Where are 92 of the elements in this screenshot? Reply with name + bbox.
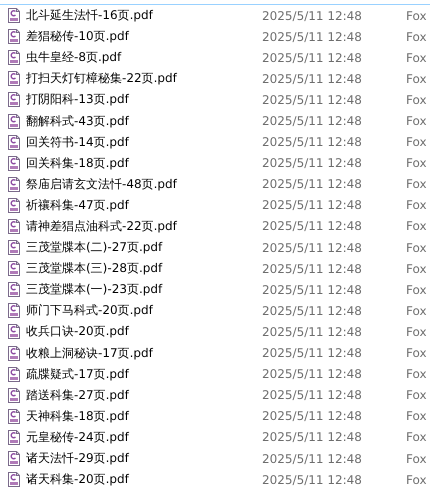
file-name[interactable]: 请神差猖点油科式-22页.pdf	[26, 218, 262, 235]
pdf-file-icon	[8, 50, 20, 66]
file-type: Fox	[406, 367, 427, 382]
pdf-file-icon	[8, 29, 20, 44]
pdf-file-icon	[8, 156, 20, 171]
file-name[interactable]: 北斗延生法忏-16页.pdf	[26, 7, 262, 24]
modified-date: 2025/5/11 12:48	[262, 262, 363, 276]
pdf-file-icon	[8, 8, 20, 24]
modified-date: 2025/5/11 12:48	[262, 50, 363, 65]
modified-date: 2025/5/11 12:48	[262, 240, 363, 255]
pdf-file-icon	[8, 282, 20, 298]
file-type: Fox	[406, 472, 427, 487]
file-name[interactable]: 疏牒疑式-17页.pdf	[26, 366, 262, 383]
file-type: Fox	[406, 240, 427, 255]
pdf-file-icon	[8, 472, 20, 488]
file-name[interactable]: 诸天科集-20页.pdf	[26, 471, 262, 488]
file-name[interactable]: 差猖秘传-10页.pdf	[26, 28, 262, 46]
modified-date: 2025/5/11 12:48	[262, 367, 363, 382]
pdf-file-icon	[8, 366, 20, 382]
file-name[interactable]: 打扫天灯钉樟秘集-22页.pdf	[26, 70, 262, 88]
file-type: Fox	[406, 72, 427, 86]
file-type: Fox	[406, 50, 427, 65]
pdf-file-icon	[8, 324, 20, 340]
file-type: Fox	[406, 430, 427, 444]
pdf-file-icon	[8, 218, 20, 234]
modified-date: 2025/5/11 12:48	[262, 346, 363, 360]
modified-date: 2025/5/11 12:48	[262, 430, 363, 444]
file-name[interactable]: 祈禳科集-47页.pdf	[26, 196, 262, 214]
file-name[interactable]: 收粮上洞秘诀-17页.pdf	[26, 344, 262, 362]
pdf-file-icon	[8, 240, 20, 256]
file-name[interactable]: 打阴阳科-13页.pdf	[26, 91, 262, 108]
file-type: Fox	[406, 388, 427, 402]
file-type: Fox	[406, 304, 427, 318]
pdf-file-icon	[8, 134, 20, 150]
file-name[interactable]: 回关符书-14页.pdf	[26, 134, 262, 151]
modified-date: 2025/5/11 12:48	[262, 30, 363, 44]
file-type: Fox	[406, 135, 427, 150]
pdf-file-icon	[8, 388, 20, 403]
modified-date: 2025/5/11 12:48	[262, 177, 363, 192]
modified-date: 2025/5/11 12:48	[262, 92, 363, 107]
modified-date: 2025/5/11 12:48	[262, 282, 363, 297]
file-name[interactable]: 诸天法忏-29页.pdf	[26, 450, 262, 468]
file-name[interactable]: 收兵口诀-20页.pdf	[26, 323, 262, 340]
modified-date: 2025/5/11 12:48	[262, 8, 363, 23]
pdf-file-icon	[8, 261, 20, 276]
pdf-file-icon	[8, 451, 20, 466]
pdf-file-icon	[8, 114, 20, 129]
modified-date: 2025/5/11 12:48	[262, 452, 363, 466]
modified-date: 2025/5/11 12:48	[262, 198, 363, 212]
pdf-file-icon	[8, 71, 20, 86]
modified-date: 2025/5/11 12:48	[262, 156, 363, 170]
file-name[interactable]: 踏送科集-27页.pdf	[26, 386, 262, 404]
pdf-file-icon	[8, 198, 20, 213]
file-name[interactable]: 元皇秘传-24页.pdf	[26, 428, 262, 446]
file-type: Fox	[406, 177, 427, 192]
modified-date: 2025/5/11 12:48	[262, 388, 363, 402]
file-type: Fox	[406, 324, 427, 339]
pdf-file-icon	[8, 303, 20, 318]
modified-date: 2025/5/11 12:48	[262, 324, 363, 339]
file-name[interactable]: 师门下马科式-20页.pdf	[26, 302, 262, 320]
file-type: Fox	[406, 30, 427, 44]
modified-date: 2025/5/11 12:48	[262, 409, 363, 424]
file-type: Fox	[406, 409, 427, 424]
file-type: Fox	[406, 198, 427, 212]
file-type: Fox	[406, 156, 427, 170]
file-name[interactable]: 天神科集-18页.pdf	[26, 408, 262, 425]
file-name[interactable]: 虫牛皇经-8页.pdf	[26, 49, 262, 66]
modified-date: 2025/5/11 12:48	[262, 114, 363, 128]
file-type: Fox	[406, 8, 427, 23]
file-name[interactable]: 回关科集-18页.pdf	[26, 154, 262, 172]
modified-date: 2025/5/11 12:48	[262, 72, 363, 86]
file-name[interactable]: 祭庙启请玄文法忏-48页.pdf	[26, 176, 262, 193]
modified-date: 2025/5/11 12:48	[262, 135, 363, 150]
file-type: Fox	[406, 452, 427, 466]
modified-date: 2025/5/11 12:48	[262, 219, 363, 234]
pdf-file-icon	[8, 408, 20, 424]
file-type: Fox	[406, 282, 427, 297]
file-name[interactable]: 三茂堂牒本(二)-27页.pdf	[26, 239, 262, 256]
file-name[interactable]: 翻解科式-43页.pdf	[26, 112, 262, 130]
pdf-file-icon	[8, 176, 20, 192]
modified-date: 2025/5/11 12:48	[262, 472, 363, 487]
file-name[interactable]: 三茂堂牒本(三)-28页.pdf	[26, 260, 262, 278]
file-type: Fox	[406, 219, 427, 234]
file-type: Fox	[406, 92, 427, 107]
file-type: Fox	[406, 262, 427, 276]
file-type: Fox	[406, 346, 427, 360]
pdf-file-icon	[8, 346, 20, 361]
file-name[interactable]: 三茂堂牒本(一)-23页.pdf	[26, 281, 262, 298]
pdf-file-icon	[8, 92, 20, 108]
pdf-file-icon	[8, 430, 20, 445]
modified-date: 2025/5/11 12:48	[262, 304, 363, 318]
file-type: Fox	[406, 114, 427, 128]
